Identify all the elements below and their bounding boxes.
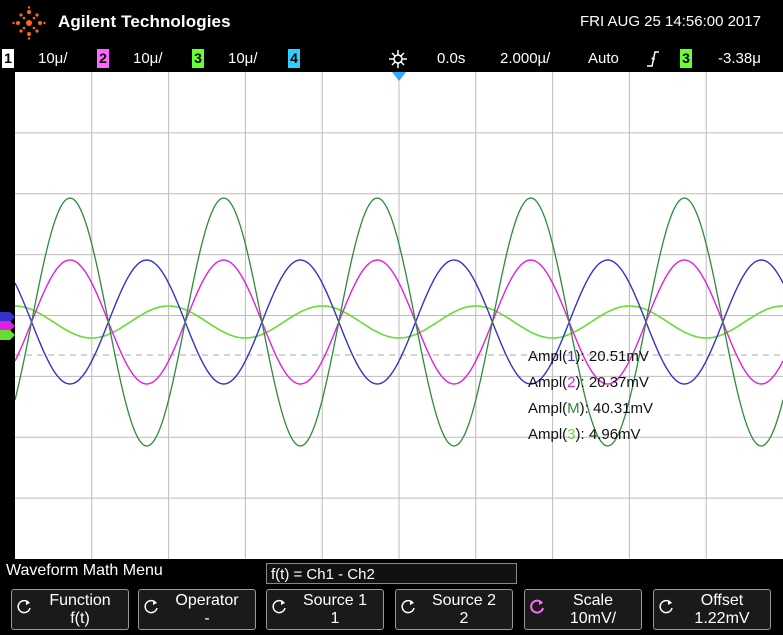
graticule <box>15 72 783 559</box>
source-1-value: 1 <box>330 610 340 627</box>
measurement-value: ): 40.31mV <box>579 400 654 417</box>
scale-value: 10mV/ <box>569 610 617 627</box>
measurement-row: Ampl(3): 4.96mV <box>528 422 653 448</box>
measurement-row: Ampl(M): 40.31mV <box>528 396 653 422</box>
rotate-knob-icon <box>17 599 31 614</box>
trigger-mode: Auto <box>588 50 619 67</box>
run-status-icon <box>389 50 407 68</box>
menu-title: Waveform Math Menu <box>6 562 163 579</box>
rotate-knob-icon <box>144 599 158 614</box>
source-1-softkey[interactable]: Source 1 1 <box>266 589 384 630</box>
date-time: FRI AUG 25 14:56:00 2017 <box>580 13 761 30</box>
measurement-channel: 3 <box>567 426 576 443</box>
measurement-label: Ampl( <box>528 426 568 443</box>
channel-status-bar: 1 10μ/ 2 10μ/ 3 10μ/ 4 0.0s 2.000µ/ Auto… <box>0 46 783 72</box>
channel-3-scale: 10μ/ <box>228 50 258 67</box>
operator-softkey[interactable]: Operator - <box>138 589 256 630</box>
measurement-value: ): 20.37mV <box>575 374 649 391</box>
rotate-knob-icon <box>401 599 415 614</box>
measurement-channel: 2 <box>567 374 576 391</box>
timebase-scale: 2.000µ/ <box>500 50 551 67</box>
trigger-source-indicator: 3 <box>680 49 692 68</box>
offset-label: Offset <box>700 592 744 609</box>
channel-3-indicator[interactable]: 3 <box>192 49 204 68</box>
entry-knob-icon <box>530 599 544 614</box>
function-value: f(t) <box>70 610 90 627</box>
channel-1-indicator[interactable]: 1 <box>2 49 14 68</box>
waveform-display <box>15 72 783 559</box>
offset-value: 1.22mV <box>694 610 750 627</box>
measurement-channel: M <box>567 400 580 417</box>
rotate-knob-icon <box>659 599 673 614</box>
brand-name: Agilent Technologies <box>58 12 231 31</box>
horizontal-delay: 0.0s <box>437 50 466 67</box>
operator-value: - <box>204 610 210 627</box>
channel-ground-markers-icon[interactable] <box>0 310 16 344</box>
measurement-row: Ampl(1): 20.51mV <box>528 344 653 370</box>
scale-softkey[interactable]: Scale 10mV/ <box>524 589 642 630</box>
channel-4-indicator[interactable]: 4 <box>288 49 300 68</box>
measurement-readouts: Ampl(1): 20.51mV Ampl(2): 20.37mV Ampl(M):… <box>528 344 653 448</box>
math-formula-display: f(t) = Ch1 - Ch2 <box>266 563 517 584</box>
function-label: Function <box>49 592 111 609</box>
rotate-knob-icon <box>272 599 286 614</box>
agilent-spark-logo-icon <box>12 6 46 40</box>
channel-2-scale: 10μ/ <box>133 50 163 67</box>
top-bar: Agilent Technologies FRI AUG 25 14:56:00… <box>0 0 783 45</box>
channel-2-indicator[interactable]: 2 <box>97 49 109 68</box>
source-1-label: Source 1 <box>302 592 368 609</box>
measurement-label: Ampl( <box>528 374 568 391</box>
function-softkey[interactable]: Function f(t) <box>11 589 129 630</box>
measurement-label: Ampl( <box>528 348 568 365</box>
measurement-value: ): 20.51mV <box>575 348 649 365</box>
measurement-value: ): 4.96mV <box>575 426 641 443</box>
trigger-level: -3.38μ <box>718 50 761 67</box>
measurement-row: Ampl(2): 20.37mV <box>528 370 653 396</box>
operator-label: Operator <box>175 592 239 609</box>
offset-softkey[interactable]: Offset 1.22mV <box>653 589 771 630</box>
channel-1-scale: 10μ/ <box>38 50 68 67</box>
measurement-channel: 1 <box>567 348 576 365</box>
source-2-label: Source 2 <box>431 592 497 609</box>
source-2-softkey[interactable]: Source 2 2 <box>395 589 513 630</box>
source-2-value: 2 <box>459 610 469 627</box>
trigger-position-marker-icon[interactable] <box>392 72 406 82</box>
measurement-label: Ampl( <box>528 400 568 417</box>
scale-label: Scale <box>572 592 614 609</box>
trigger-slope-icon <box>647 51 659 67</box>
